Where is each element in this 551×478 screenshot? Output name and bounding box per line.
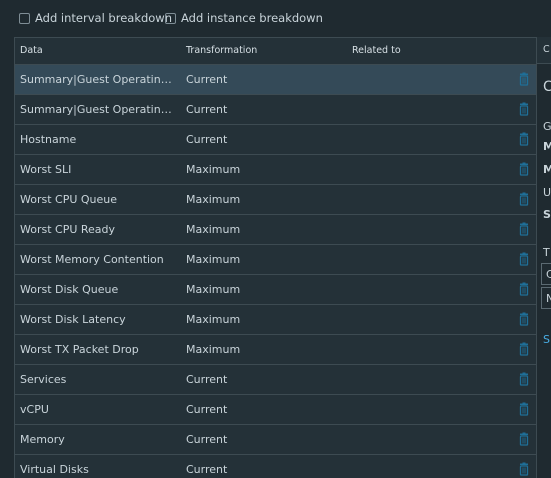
cell-data: vCPU (20, 403, 49, 416)
cell-data: Worst Memory Contention (20, 253, 164, 266)
properties-link[interactable]: S (543, 333, 550, 346)
cell-transformation: Maximum (186, 343, 241, 356)
table-row[interactable]: Worst TX Packet Drop Maximum (15, 335, 537, 365)
column-header-data[interactable]: Data (20, 45, 43, 56)
table-row[interactable]: Worst Memory Contention Maximum (15, 245, 537, 275)
interval-breakdown-checkbox[interactable] (19, 12, 30, 24)
table-row[interactable]: Hostname Current (15, 125, 537, 155)
table-row[interactable]: Worst SLI Maximum (15, 155, 537, 185)
properties-panel: C C G M M U S T C N S (536, 37, 551, 478)
cell-transformation: Current (186, 403, 228, 416)
instance-breakdown-label: Add instance breakdown (181, 11, 323, 25)
trash-icon[interactable] (517, 192, 531, 206)
cell-data: Worst Disk Queue (20, 283, 119, 296)
data-grid: Data Transformation Related to Summary|G… (14, 37, 537, 478)
properties-label-g: G (543, 120, 551, 133)
trash-icon[interactable] (517, 312, 531, 326)
properties-label-t: T (543, 246, 550, 259)
breakdown-options: Add interval breakdown Add instance brea… (0, 0, 551, 36)
table-row[interactable]: Worst CPU Queue Maximum (15, 185, 537, 215)
properties-label-u: U (543, 186, 551, 199)
trash-icon[interactable] (517, 402, 531, 416)
table-row[interactable]: Worst Disk Latency Maximum (15, 305, 537, 335)
table-row[interactable]: Worst Disk Queue Maximum (15, 275, 537, 305)
cell-transformation: Current (186, 133, 228, 146)
cell-transformation: Current (186, 373, 228, 386)
trash-icon[interactable] (517, 282, 531, 296)
cell-transformation: Current (186, 103, 228, 116)
properties-value-m1: M (543, 140, 551, 153)
cell-data: Summary|Guest Operating System|Full Name (20, 73, 178, 86)
table-row[interactable]: vCPU Current (15, 395, 537, 425)
cell-data: Hostname (20, 133, 77, 146)
cell-transformation: Current (186, 73, 228, 86)
table-row[interactable]: Summary|Guest Operating System|Full Name… (15, 65, 537, 95)
properties-field-2-text: N (546, 292, 551, 305)
trash-icon[interactable] (517, 252, 531, 266)
properties-value-s: S (543, 208, 551, 221)
widget-config-view: Add interval breakdown Add instance brea… (0, 0, 551, 478)
cell-data: Worst SLI (20, 163, 72, 176)
table-row[interactable]: Services Current (15, 365, 537, 395)
cell-transformation: Current (186, 433, 228, 446)
trash-icon[interactable] (517, 102, 531, 116)
instance-breakdown-checkbox[interactable] (165, 12, 176, 24)
cell-data: Virtual Disks (20, 463, 89, 476)
trash-icon[interactable] (517, 372, 531, 386)
properties-panel-header-label: C (543, 44, 550, 55)
cell-transformation: Maximum (186, 253, 241, 266)
cell-data: Worst Disk Latency (20, 313, 126, 326)
properties-value-m2: M (543, 163, 551, 176)
cell-data: Worst CPU Ready (20, 223, 116, 236)
trash-icon[interactable] (517, 132, 531, 146)
trash-icon[interactable] (517, 72, 531, 86)
trash-icon[interactable] (517, 342, 531, 356)
properties-field-1[interactable]: C (541, 263, 551, 285)
cell-data: Services (20, 373, 67, 386)
table-row[interactable]: Memory Current (15, 425, 537, 455)
properties-field-1-text: C (546, 268, 551, 281)
properties-title: C (543, 79, 551, 95)
trash-icon[interactable] (517, 222, 531, 236)
cell-data: Worst CPU Queue (20, 193, 118, 206)
instance-breakdown-option[interactable]: Add instance breakdown (165, 10, 323, 26)
cell-data: Worst TX Packet Drop (20, 343, 139, 356)
properties-field-2[interactable]: N (541, 287, 551, 309)
trash-icon[interactable] (517, 162, 531, 176)
trash-icon[interactable] (517, 432, 531, 446)
grid-rows: Summary|Guest Operating System|Full Name… (15, 65, 537, 478)
cell-transformation: Maximum (186, 313, 241, 326)
cell-transformation: Maximum (186, 283, 241, 296)
column-header-transformation[interactable]: Transformation (186, 45, 257, 56)
interval-breakdown-label: Add interval breakdown (35, 11, 173, 25)
cell-transformation: Current (186, 463, 228, 476)
column-header-related-to[interactable]: Related to (352, 45, 401, 56)
grid-header: Data Transformation Related to (15, 38, 537, 65)
interval-breakdown-option[interactable]: Add interval breakdown (19, 10, 172, 26)
cell-transformation: Maximum (186, 163, 241, 176)
cell-transformation: Maximum (186, 223, 241, 236)
cell-transformation: Maximum (186, 193, 241, 206)
trash-icon[interactable] (517, 462, 531, 476)
table-row[interactable]: Worst CPU Ready Maximum (15, 215, 537, 245)
table-row[interactable]: Virtual Disks Current (15, 455, 537, 478)
properties-panel-header: C (537, 37, 551, 64)
cell-data: Summary|Guest Operating System|Full Name (20, 103, 178, 116)
table-row[interactable]: Summary|Guest Operating System|Full Name… (15, 95, 537, 125)
cell-data: Memory (20, 433, 65, 446)
